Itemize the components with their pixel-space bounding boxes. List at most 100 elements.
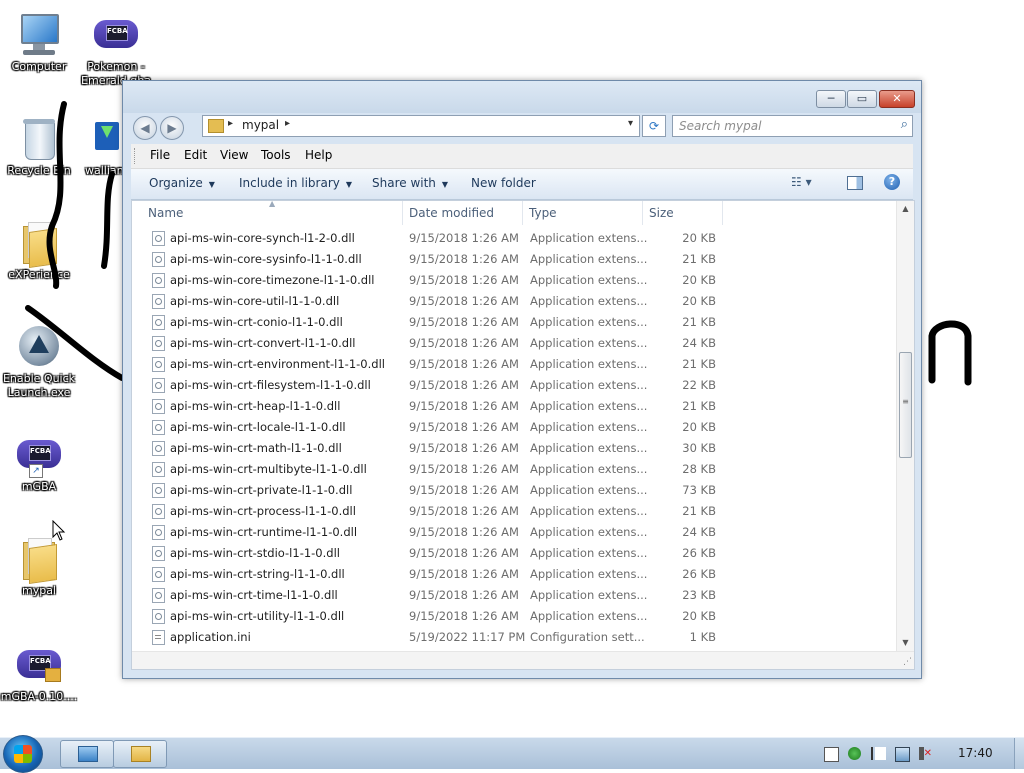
desktop-icon-label: Recycle Bin	[7, 164, 71, 177]
file-row[interactable]: api-ms-win-crt-convert-l1-1-0.dll 9/15/20…	[148, 333, 718, 354]
change-view-button[interactable]: ☷ ▾	[791, 175, 812, 189]
column-name[interactable]: Name	[148, 206, 183, 220]
breadcrumb-separator-icon[interactable]: ▸	[285, 118, 290, 129]
taskbar-button-control-panel[interactable]	[60, 740, 114, 768]
new-folder-button[interactable]: New folder	[471, 176, 536, 190]
file-row[interactable]: api-ms-win-crt-process-l1-1-0.dll 9/15/20…	[148, 501, 718, 522]
clock[interactable]: 17:40	[958, 746, 993, 760]
breadcrumb-mypal[interactable]: mypal	[242, 118, 279, 132]
file-row[interactable]: api-ms-win-crt-heap-l1-1-0.dll 9/15/2018 …	[148, 396, 718, 417]
file-row[interactable]: api-ms-win-crt-time-l1-1-0.dll 9/15/2018 …	[148, 585, 718, 606]
explorer-window[interactable]: ─ ▭ ✕ ◀ ▶ ▸ mypal ▸ ▾ ⟳ Search mypal ⌕ F…	[122, 80, 922, 679]
file-row[interactable]: api-ms-win-crt-string-l1-1-0.dll 9/15/201…	[148, 564, 718, 585]
scroll-up-icon[interactable]: ▲	[897, 201, 914, 217]
desktop-icon-recycle-bin[interactable]: Recycle Bin	[0, 114, 78, 178]
file-type: Application extens...	[530, 231, 648, 245]
menu-help[interactable]: Help	[305, 148, 332, 162]
file-list[interactable]: ▲ Name Date modified Type Size api-ms-wi…	[131, 200, 915, 670]
file-row[interactable]: api-ms-win-crt-conio-l1-1-0.dll 9/15/2018…	[148, 312, 718, 333]
desktop-icon-experience[interactable]: eXPerience	[0, 218, 78, 282]
scroll-thumb[interactable]: ≡	[899, 352, 912, 458]
desktop-icon-computer[interactable]: Computer	[0, 10, 78, 74]
breadcrumb-separator-icon[interactable]: ▸	[228, 118, 233, 129]
taskbar-button-explorer[interactable]	[113, 740, 167, 768]
file-row[interactable]: api-ms-win-crt-filesystem-l1-1-0.dll 9/15…	[148, 375, 718, 396]
column-size[interactable]: Size	[649, 206, 674, 220]
action-center-flag-icon[interactable]	[871, 747, 886, 760]
search-box[interactable]: Search mypal ⌕	[672, 115, 913, 137]
file-size: 21 KB	[682, 399, 716, 413]
desktop-icon-pokemon-emerald[interactable]: FCBA Pokemon - Emerald.gba	[77, 10, 155, 88]
menu-file[interactable]: File	[150, 148, 170, 162]
file-row[interactable]: api-ms-win-core-util-l1-1-0.dll 9/15/2018…	[148, 291, 718, 312]
menu-view[interactable]: View	[220, 148, 248, 162]
search-input[interactable]: Search mypal	[679, 119, 761, 133]
address-dropdown-icon[interactable]: ▾	[628, 118, 633, 129]
file-row[interactable]: api-ms-win-crt-locale-l1-1-0.dll 9/15/201…	[148, 417, 718, 438]
file-size: 21 KB	[682, 252, 716, 266]
address-bar[interactable]: ▸ mypal ▸ ▾	[202, 115, 640, 137]
security-icon[interactable]	[848, 747, 861, 760]
quick-launch-icon	[15, 322, 63, 370]
file-name: api-ms-win-crt-heap-l1-1-0.dll	[170, 399, 341, 413]
file-row[interactable]: api-ms-win-crt-environment-l1-1-0.dll 9/1…	[148, 354, 718, 375]
show-desktop-button[interactable]	[1014, 738, 1024, 769]
file-row[interactable]: api-ms-win-core-timezone-l1-1-0.dll 9/15/…	[148, 270, 718, 291]
help-icon: ?	[888, 175, 896, 188]
include-in-library-button[interactable]: Include in library ▼	[239, 176, 352, 190]
vertical-scrollbar[interactable]: ▲ ≡ ▼	[896, 201, 914, 651]
back-button[interactable]: ◀	[133, 116, 157, 140]
file-name: api-ms-win-core-synch-l1-2-0.dll	[170, 231, 355, 245]
file-type: Application extens...	[530, 588, 648, 602]
gba-icon: FCBA	[15, 640, 63, 688]
file-row[interactable]: api-ms-win-crt-runtime-l1-1-0.dll 9/15/20…	[148, 522, 718, 543]
refresh-button[interactable]: ⟳	[642, 115, 666, 137]
desktop-icon-enable-quick-launch[interactable]: Enable Quick Launch.exe	[0, 322, 78, 400]
preview-pane-icon[interactable]	[847, 176, 863, 190]
desktop-icon-mgba-zip[interactable]: FCBA mGBA-0.10....	[0, 640, 78, 704]
file-row[interactable]: api-ms-win-crt-stdio-l1-1-0.dll 9/15/2018…	[148, 543, 718, 564]
file-row[interactable]: api-ms-win-core-sysinfo-l1-1-0.dll 9/15/2…	[148, 249, 718, 270]
file-row[interactable]: api-ms-win-core-synch-l1-2-0.dll 9/15/201…	[148, 228, 718, 249]
menu-edit[interactable]: Edit	[184, 148, 207, 162]
taskbar: ✕ 17:40	[0, 735, 1024, 773]
back-arrow-icon: ◀	[140, 121, 150, 135]
help-button[interactable]: ?	[884, 174, 900, 190]
title-bar[interactable]: ─ ▭ ✕	[123, 81, 921, 113]
menu-grip	[134, 148, 137, 164]
share-with-button[interactable]: Share with ▼	[372, 176, 448, 190]
desktop-icon-label: mypal	[21, 584, 56, 597]
sort-ascending-icon: ▲	[269, 200, 276, 208]
file-row[interactable]: api-ms-win-crt-math-l1-1-0.dll 9/15/2018 …	[148, 438, 718, 459]
organize-button[interactable]: Organize ▼	[149, 176, 215, 190]
start-button[interactable]	[3, 735, 43, 773]
desktop-icon-mypal[interactable]: mypal	[0, 534, 78, 598]
maximize-button[interactable]: ▭	[847, 90, 877, 108]
file-name: api-ms-win-crt-locale-l1-1-0.dll	[170, 420, 346, 434]
file-size: 24 KB	[682, 336, 716, 350]
scroll-down-icon[interactable]: ▼	[897, 635, 914, 651]
resize-grip-icon[interactable]: ⋰	[903, 657, 912, 667]
document-icon[interactable]	[824, 747, 839, 762]
column-type[interactable]: Type	[529, 206, 557, 220]
file-row[interactable]: application.ini 5/19/2022 11:17 PM Configu…	[148, 627, 718, 648]
volume-muted-icon[interactable]: ✕	[919, 747, 932, 760]
forward-button[interactable]: ▶	[160, 116, 184, 140]
windows-logo-icon	[14, 745, 32, 763]
file-name: application.ini	[170, 630, 251, 644]
minimize-button[interactable]: ─	[816, 90, 846, 108]
file-row[interactable]: api-ms-win-crt-multibyte-l1-1-0.dll 9/15/…	[148, 459, 718, 480]
column-date-modified[interactable]: Date modified	[409, 206, 494, 220]
file-size: 24 KB	[682, 525, 716, 539]
dll-file-icon	[152, 252, 165, 267]
menu-tools[interactable]: Tools	[261, 148, 291, 162]
file-type: Application extens...	[530, 525, 648, 539]
shortcut-arrow-icon: ↗	[29, 464, 43, 478]
search-icon[interactable]: ⌕	[901, 117, 908, 132]
file-row[interactable]: api-ms-win-crt-private-l1-1-0.dll 9/15/20…	[148, 480, 718, 501]
close-button[interactable]: ✕	[879, 90, 915, 108]
desktop-icon-mgba[interactable]: FCBA ↗ mGBA	[0, 430, 78, 494]
file-row[interactable]: api-ms-win-crt-utility-l1-1-0.dll 9/15/20…	[148, 606, 718, 627]
network-icon[interactable]	[895, 747, 910, 762]
desktop-icon-wallian[interactable]: wallian	[77, 114, 123, 178]
